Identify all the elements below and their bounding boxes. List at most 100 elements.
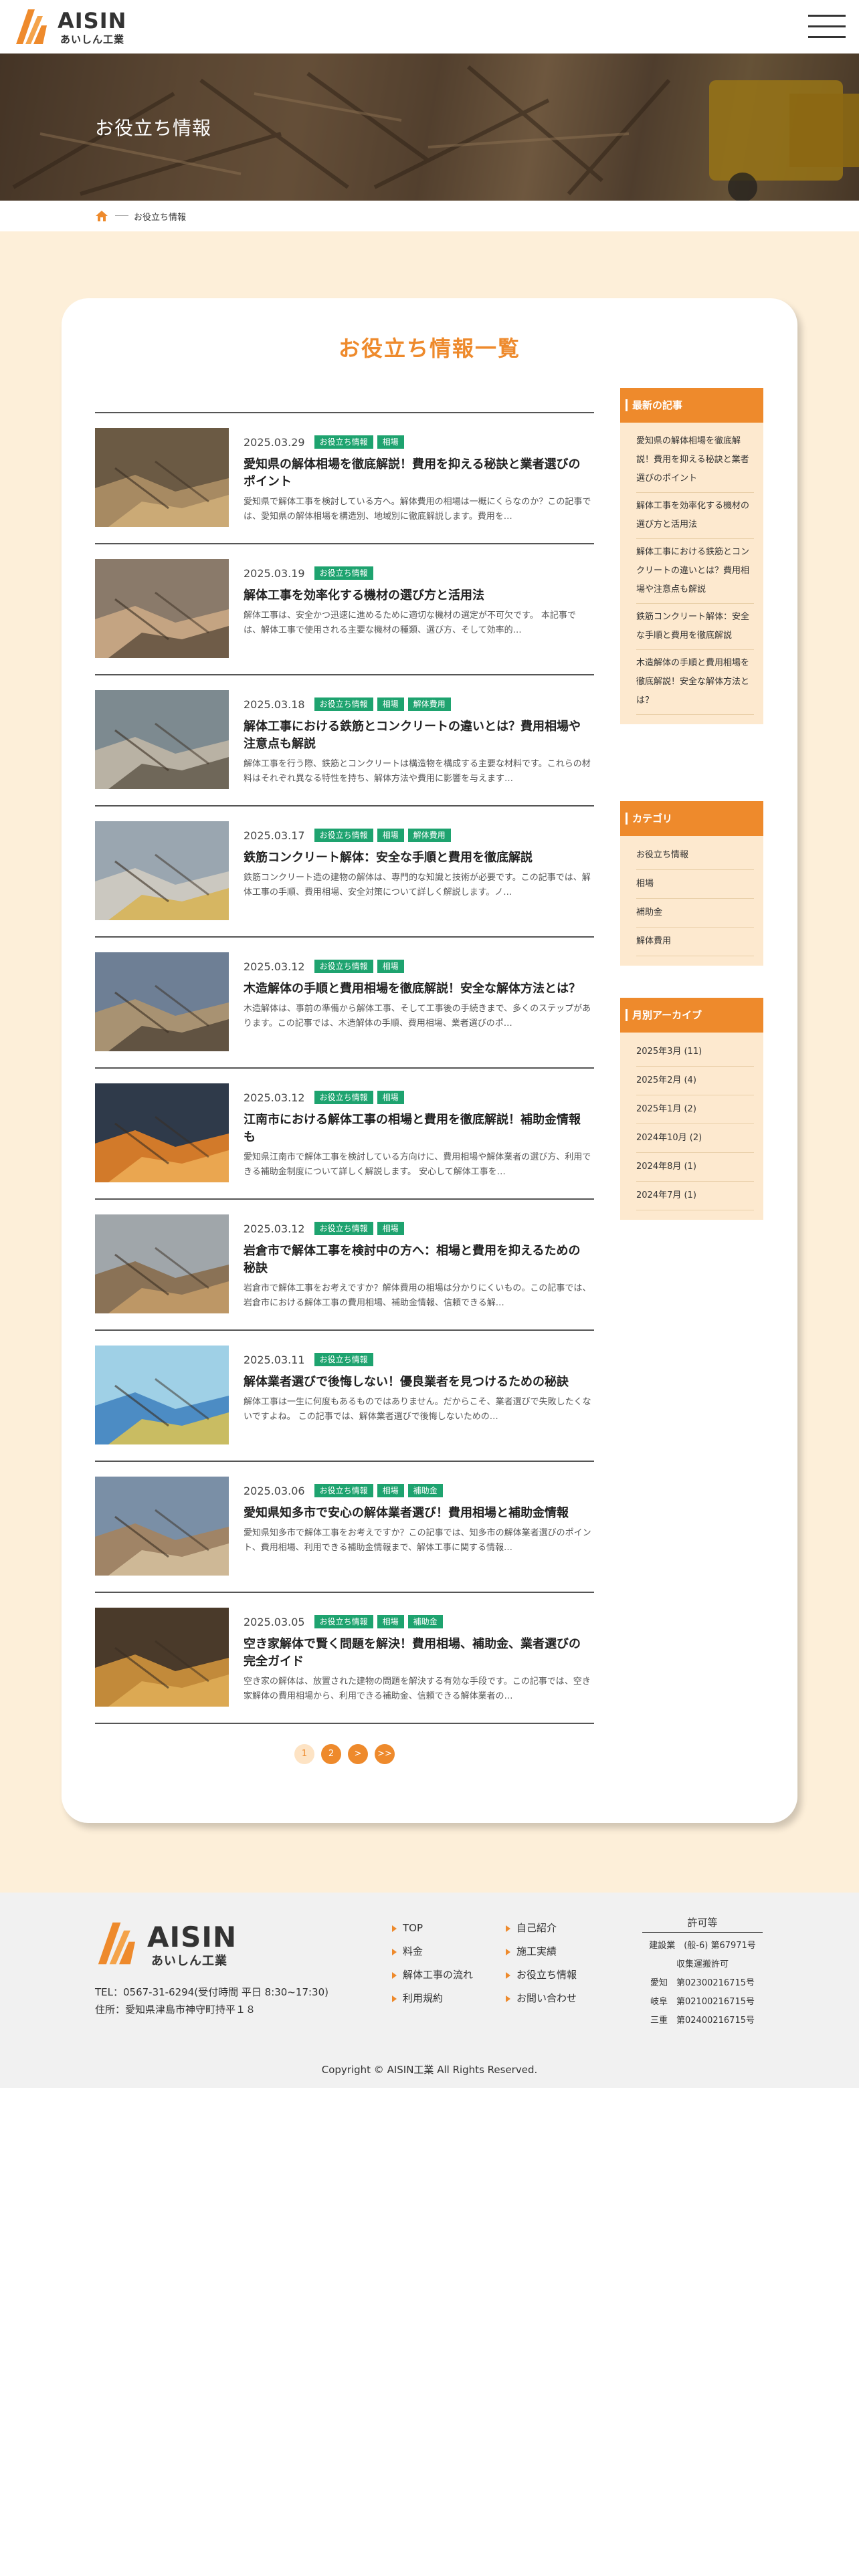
article-tag[interactable]: 相場 bbox=[377, 1091, 404, 1104]
article-thumbnail[interactable] bbox=[95, 1214, 229, 1313]
footer-logo[interactable]: AISIN あいしん工業 bbox=[95, 1919, 236, 1968]
widget-title: 最新の記事 bbox=[620, 388, 763, 423]
article-title[interactable]: 木造解体の手順と費用相場を徹底解説！安全な解体方法とは？ bbox=[244, 980, 591, 998]
home-icon[interactable] bbox=[95, 210, 108, 222]
article-title[interactable]: 鉄筋コンクリート解体：安全な手順と費用を徹底解説 bbox=[244, 849, 591, 867]
article-item[interactable]: 2025.03.05 お役立ち情報 相場 補助金 空き家解体で賢く問題を解決！費用相場、… bbox=[95, 1592, 594, 1723]
footer-link-contact[interactable]: お問い合わせ bbox=[506, 1987, 577, 2010]
article-tag[interactable]: お役立ち情報 bbox=[314, 1091, 373, 1104]
article-date: 2025.03.11 bbox=[244, 1353, 305, 1366]
breadcrumb: お役立ち情報 bbox=[0, 201, 859, 231]
article-item[interactable]: 2025.03.29 お役立ち情報 相場愛知県の解体相場を徹底解説！費用を抑える秘訣… bbox=[95, 412, 594, 543]
article-tag[interactable]: 相場 bbox=[377, 960, 404, 973]
archive-link[interactable]: 2025年2月 (4) bbox=[636, 1067, 754, 1095]
article-tag[interactable]: お役立ち情報 bbox=[314, 1484, 373, 1497]
article-title[interactable]: 愛知県の解体相場を徹底解説！費用を抑える秘訣と業者選びのポイント bbox=[244, 456, 591, 491]
article-tag[interactable]: お役立ち情報 bbox=[314, 829, 373, 842]
article-title[interactable]: 岩倉市で解体工事を検討中の方へ：相場と費用を抑えるための秘訣 bbox=[244, 1243, 591, 1277]
footer-link-about[interactable]: 自己紹介 bbox=[506, 1917, 577, 1940]
article-thumbnail[interactable] bbox=[95, 559, 229, 658]
site-logo[interactable]: AISIN あいしん工業 bbox=[13, 7, 140, 47]
article-thumbnail[interactable] bbox=[95, 690, 229, 789]
article-title[interactable]: 空き家解体で賢く問題を解決！費用相場、補助金、業者選びの完全ガイド bbox=[244, 1636, 591, 1671]
article-tag[interactable]: お役立ち情報 bbox=[314, 566, 373, 580]
article-thumbnail[interactable] bbox=[95, 1608, 229, 1707]
article-meta: 2025.03.12 お役立ち情報 相場 bbox=[244, 1221, 408, 1236]
article-tag[interactable]: 相場 bbox=[377, 829, 404, 842]
article-meta: 2025.03.29 お役立ち情報 相場 bbox=[244, 435, 408, 449]
next-page[interactable]: > bbox=[348, 1744, 368, 1764]
license-line: 岐阜 第02100216715号 bbox=[650, 1997, 755, 2007]
article-tag[interactable]: お役立ち情報 bbox=[314, 697, 373, 711]
article-excerpt: 解体工事は、安全かつ迅速に進めるために適切な機材の選定が不可欠です。 本記事では… bbox=[244, 611, 576, 635]
archive-link[interactable]: 2025年3月 (11) bbox=[636, 1038, 754, 1067]
article-tag[interactable]: 補助金 bbox=[407, 1615, 443, 1628]
article-excerpt: 解体工事を行う際、鉄筋とコンクリートは構造物を構成する主要な材料です。これらの材… bbox=[244, 759, 591, 784]
article-tag[interactable]: 解体費用 bbox=[407, 829, 451, 842]
article-title[interactable]: 解体工事における鉄筋とコンクリートの違いとは？費用相場や注意点も解説 bbox=[244, 718, 591, 753]
article-tag[interactable]: 相場 bbox=[377, 1222, 404, 1235]
article-tag[interactable]: 相場 bbox=[377, 1484, 404, 1497]
page-title: お役立ち情報 bbox=[95, 117, 212, 139]
article-tag[interactable]: 補助金 bbox=[407, 1484, 443, 1497]
article-item[interactable]: 2025.03.17 お役立ち情報 相場 解体費用 鉄筋コンクリート解体：安全な手順と費… bbox=[95, 805, 594, 936]
page-1[interactable]: 1 bbox=[294, 1744, 314, 1764]
category-link[interactable]: 相場 bbox=[636, 870, 754, 899]
article-thumbnail[interactable] bbox=[95, 1477, 229, 1576]
article-tag[interactable]: お役立ち情報 bbox=[314, 435, 373, 449]
logo-mark-icon bbox=[16, 9, 47, 44]
article-title[interactable]: 解体工事を効率化する機材の選び方と活用法 bbox=[244, 587, 591, 605]
recent-post-link[interactable]: 鉄筋コンクリート解体：安全な手順と費用を徹底解説 bbox=[636, 604, 754, 650]
article-item[interactable]: 2025.03.06 お役立ち情報 相場 補助金 愛知県知多市で安心の解体業者選び！費用… bbox=[95, 1461, 594, 1592]
category-link[interactable]: 補助金 bbox=[636, 899, 754, 928]
article-item[interactable]: 2025.03.12 お役立ち情報 相場 木造解体の手順と費用相場を徹底解説！安全な解… bbox=[95, 936, 594, 1067]
article-title[interactable]: 解体業者選びで後悔しない！優良業者を見つけるための秘訣 bbox=[244, 1374, 591, 1391]
archive-link[interactable]: 2025年1月 (2) bbox=[636, 1095, 754, 1124]
recent-post-link[interactable]: 解体工事を効率化する機材の選び方と活用法 bbox=[636, 493, 754, 539]
article-item[interactable]: 2025.03.12 お役立ち情報 相場江南市における解体工事の相場と費用を徹底解説… bbox=[95, 1067, 594, 1198]
article-date: 2025.03.29 bbox=[244, 435, 305, 449]
footer-tel: TEL：0567-31-6294(受付時間 平日 8:30~17:30) bbox=[95, 1986, 328, 1998]
footer-link-price[interactable]: 料金 bbox=[392, 1940, 473, 1963]
article-item[interactable]: 2025.03.11 お役立ち情報解体業者選びで後悔しない！優良業者を見つけるため… bbox=[95, 1329, 594, 1461]
article-thumbnail[interactable] bbox=[95, 821, 229, 920]
article-thumbnail[interactable] bbox=[95, 952, 229, 1051]
last-page[interactable]: >> bbox=[375, 1744, 395, 1764]
category-link[interactable]: 解体費用 bbox=[636, 928, 754, 956]
article-item[interactable]: 2025.03.19 お役立ち情報 解体工事を効率化する機材の選び方と活用法 解体工事… bbox=[95, 543, 594, 674]
article-thumbnail[interactable] bbox=[95, 428, 229, 527]
page-2[interactable]: 2 bbox=[321, 1744, 341, 1764]
footer-link-info[interactable]: お役立ち情報 bbox=[506, 1963, 577, 1987]
article-tag[interactable]: 解体費用 bbox=[407, 697, 451, 711]
article-tag[interactable]: お役立ち情報 bbox=[314, 960, 373, 973]
archive-link[interactable]: 2024年7月 (1) bbox=[636, 1182, 754, 1210]
recent-post-link[interactable]: 愛知県の解体相場を徹底解説！費用を抑える秘訣と業者選びのポイント bbox=[636, 428, 754, 493]
logo-text-jp: あいしん工業 bbox=[60, 33, 125, 45]
article-tag[interactable]: 相場 bbox=[377, 1615, 404, 1628]
article-tag[interactable]: お役立ち情報 bbox=[314, 1615, 373, 1628]
recent-post-link[interactable]: 木造解体の手順と費用相場を徹底解説！安全な解体方法とは？ bbox=[636, 650, 754, 715]
footer-link-top[interactable]: TOP bbox=[392, 1917, 473, 1940]
archive-link[interactable]: 2024年8月 (1) bbox=[636, 1153, 754, 1182]
footer-link-flow[interactable]: 解体工事の流れ bbox=[392, 1963, 473, 1987]
logo-text-en: AISIN bbox=[58, 8, 127, 33]
article-item[interactable]: 2025.03.18 お役立ち情報 相場 解体費用 解体工事における鉄筋とコンクリートの… bbox=[95, 674, 594, 805]
article-date: 2025.03.12 bbox=[244, 1091, 305, 1104]
footer-link-terms[interactable]: 利用規約 bbox=[392, 1987, 473, 2010]
archive-link[interactable]: 2024年10月 (2) bbox=[636, 1124, 754, 1153]
article-tag[interactable]: お役立ち情報 bbox=[314, 1222, 373, 1235]
license-line: 三重 第02400216715号 bbox=[650, 2016, 755, 2026]
article-title[interactable]: 江南市における解体工事の相場と費用を徹底解説！補助金情報も bbox=[244, 1111, 591, 1146]
footer-link-works[interactable]: 施工実績 bbox=[506, 1940, 577, 1963]
article-item[interactable]: 2025.03.12 お役立ち情報 相場岩倉市で解体工事を検討中の方へ：相場と費用を… bbox=[95, 1198, 594, 1329]
menu-icon[interactable] bbox=[808, 15, 846, 39]
article-tag[interactable]: 相場 bbox=[377, 697, 404, 711]
article-tag[interactable]: 相場 bbox=[377, 435, 404, 449]
article-tag[interactable]: お役立ち情報 bbox=[314, 1353, 373, 1366]
pagination: 1 2 > >> bbox=[62, 1744, 628, 1768]
category-link[interactable]: お役立ち情報 bbox=[636, 841, 754, 870]
article-thumbnail[interactable] bbox=[95, 1346, 229, 1444]
recent-post-link[interactable]: 解体工事における鉄筋とコンクリートの違いとは？費用相場や注意点も解説 bbox=[636, 539, 754, 604]
article-title[interactable]: 愛知県知多市で安心の解体業者選び！費用相場と補助金情報 bbox=[244, 1505, 591, 1522]
article-thumbnail[interactable] bbox=[95, 1083, 229, 1182]
